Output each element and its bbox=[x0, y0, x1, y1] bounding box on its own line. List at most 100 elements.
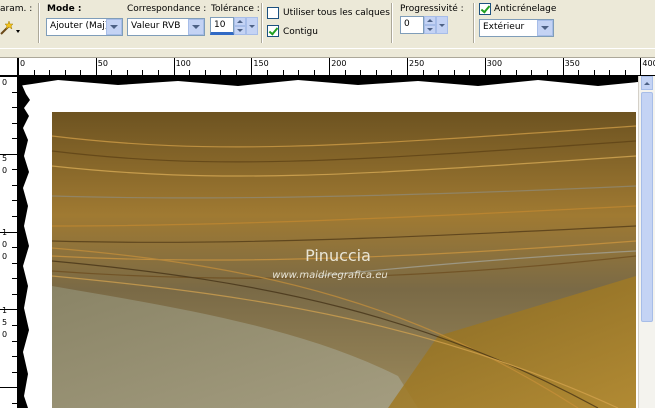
ruler-tick bbox=[12, 324, 17, 326]
ruler-tick bbox=[12, 293, 17, 295]
ruler-tick bbox=[593, 70, 595, 75]
ruler-tick bbox=[531, 70, 533, 75]
ruler-tick bbox=[189, 70, 191, 75]
chevron-down-icon[interactable] bbox=[188, 19, 204, 35]
separator bbox=[261, 3, 263, 43]
ruler-tick bbox=[220, 70, 222, 75]
ruler-label: 200 bbox=[331, 59, 347, 68]
scroll-up-icon[interactable] bbox=[641, 76, 653, 90]
watermark-name: Pinuccia bbox=[305, 246, 371, 265]
ruler-tick bbox=[18, 58, 19, 75]
ruler-tick bbox=[609, 70, 611, 75]
ruler-tick bbox=[251, 58, 253, 75]
progressivite-stepper[interactable] bbox=[424, 16, 448, 34]
ruler-tick bbox=[173, 58, 175, 75]
ruler-label: 300 bbox=[486, 59, 503, 68]
use-all-layers-label[interactable]: Utiliser tous les calques bbox=[283, 8, 390, 18]
image-canvas[interactable]: Pinuccia www.maidiregrafica.eu bbox=[18, 76, 638, 408]
ruler-tick bbox=[344, 70, 346, 75]
scrollbar-thumb[interactable] bbox=[641, 92, 653, 322]
correspondance-label: Correspondance : bbox=[127, 4, 207, 14]
anticrenelage-dropdown[interactable]: Extérieur bbox=[479, 19, 554, 37]
chevron-down-icon[interactable] bbox=[537, 20, 553, 36]
horizontal-ruler[interactable]: 0 50 100 150 200 250 300 350 400 bbox=[0, 58, 655, 76]
ruler-tick bbox=[12, 200, 17, 202]
separator bbox=[38, 3, 40, 43]
ruler-tick bbox=[282, 70, 284, 75]
vertical-ruler[interactable]: 0 5 0 1 0 0 1 5 0 bbox=[0, 76, 18, 408]
ruler-tick bbox=[515, 70, 517, 75]
tolerance-label: Tolérance : bbox=[211, 4, 260, 14]
ruler-label: 1 bbox=[2, 228, 8, 237]
correspondance-dropdown-value: Valeur RVB bbox=[131, 21, 181, 31]
tolerance-input[interactable]: 10 bbox=[210, 17, 234, 35]
ruler-label: 100 bbox=[175, 59, 191, 68]
ruler-label: 400 bbox=[642, 59, 655, 68]
ruler-tick bbox=[562, 58, 564, 75]
ruler-label: 0 bbox=[2, 166, 8, 175]
ruler-tick bbox=[12, 91, 17, 93]
ruler-tick bbox=[49, 70, 51, 75]
ruler-tick bbox=[12, 278, 17, 280]
spin-up-icon[interactable] bbox=[234, 17, 246, 26]
ruler-tick bbox=[391, 70, 393, 75]
ruler-tick bbox=[640, 58, 642, 75]
ruler-tick bbox=[12, 262, 17, 264]
param-label: aram. : bbox=[0, 4, 33, 14]
separator bbox=[391, 3, 393, 43]
spin-up-icon[interactable] bbox=[424, 16, 436, 25]
anticrenelage-label[interactable]: Anticrénelage bbox=[494, 4, 556, 14]
ruler-tick bbox=[407, 58, 408, 75]
mode-label: Mode : bbox=[47, 4, 82, 14]
chevron-down-icon[interactable] bbox=[106, 19, 122, 35]
ruler-label: 350 bbox=[564, 59, 580, 68]
ruler-tick bbox=[484, 58, 486, 75]
ruler-tick bbox=[329, 58, 331, 75]
mode-dropdown[interactable]: Ajouter (Maj) bbox=[46, 18, 123, 36]
ruler-tick bbox=[624, 70, 626, 75]
ruler-tick bbox=[142, 70, 144, 75]
toolbar-bottom-strip bbox=[0, 49, 655, 58]
magic-wand-icon[interactable] bbox=[0, 18, 22, 38]
ruler-label: 0 bbox=[2, 252, 8, 261]
spin-down-icon[interactable] bbox=[234, 26, 246, 35]
ruler-tick bbox=[12, 122, 17, 124]
ruler-label: 0 bbox=[2, 330, 8, 339]
use-all-layers-checkbox[interactable] bbox=[267, 7, 279, 19]
ruler-label: 150 bbox=[253, 59, 269, 68]
ruler-tick bbox=[12, 107, 17, 109]
ruler-label: 5 bbox=[2, 154, 8, 163]
vertical-scrollbar[interactable] bbox=[638, 76, 655, 408]
progressivite-input[interactable]: 0 bbox=[400, 16, 424, 34]
anticrenelage-checkbox[interactable] bbox=[479, 3, 491, 15]
canvas-image[interactable]: Pinuccia www.maidiregrafica.eu bbox=[18, 76, 638, 408]
contiguous-checkbox[interactable] bbox=[267, 25, 279, 37]
ruler-tick bbox=[422, 70, 424, 75]
ruler-tick bbox=[12, 184, 17, 186]
tool-options-bar: aram. : Mode : Ajouter (Maj) Corresponda… bbox=[0, 0, 655, 49]
ruler-label: 1 bbox=[2, 306, 8, 315]
mode-dropdown-value: Ajouter (Maj) bbox=[50, 21, 109, 31]
ruler-tick bbox=[111, 70, 113, 75]
progressivite-label: Progressivité : bbox=[400, 4, 464, 14]
ruler-tick bbox=[12, 340, 17, 342]
correspondance-dropdown[interactable]: Valeur RVB bbox=[127, 18, 205, 36]
ruler-tick bbox=[360, 70, 362, 75]
contiguous-label[interactable]: Contigu bbox=[283, 27, 318, 37]
tolerance-stepper[interactable] bbox=[234, 17, 258, 35]
ruler-label: 5 bbox=[2, 318, 8, 327]
spin-down-icon[interactable] bbox=[424, 25, 436, 34]
ruler-tick bbox=[126, 70, 128, 75]
ruler-tick bbox=[500, 70, 502, 75]
ruler-label: 0 bbox=[2, 78, 8, 87]
ruler-tick bbox=[0, 387, 17, 389]
ruler-tick bbox=[12, 138, 17, 140]
watermark-url: www.maidiregrafica.eu bbox=[272, 270, 387, 281]
chevron-down-icon[interactable] bbox=[436, 16, 448, 34]
ruler-label: 50 bbox=[97, 59, 108, 68]
ruler-tick bbox=[12, 169, 17, 171]
ruler-tick bbox=[12, 371, 17, 373]
ruler-tick bbox=[313, 70, 315, 75]
chevron-down-icon[interactable] bbox=[246, 17, 258, 35]
ruler-tick bbox=[12, 247, 17, 249]
